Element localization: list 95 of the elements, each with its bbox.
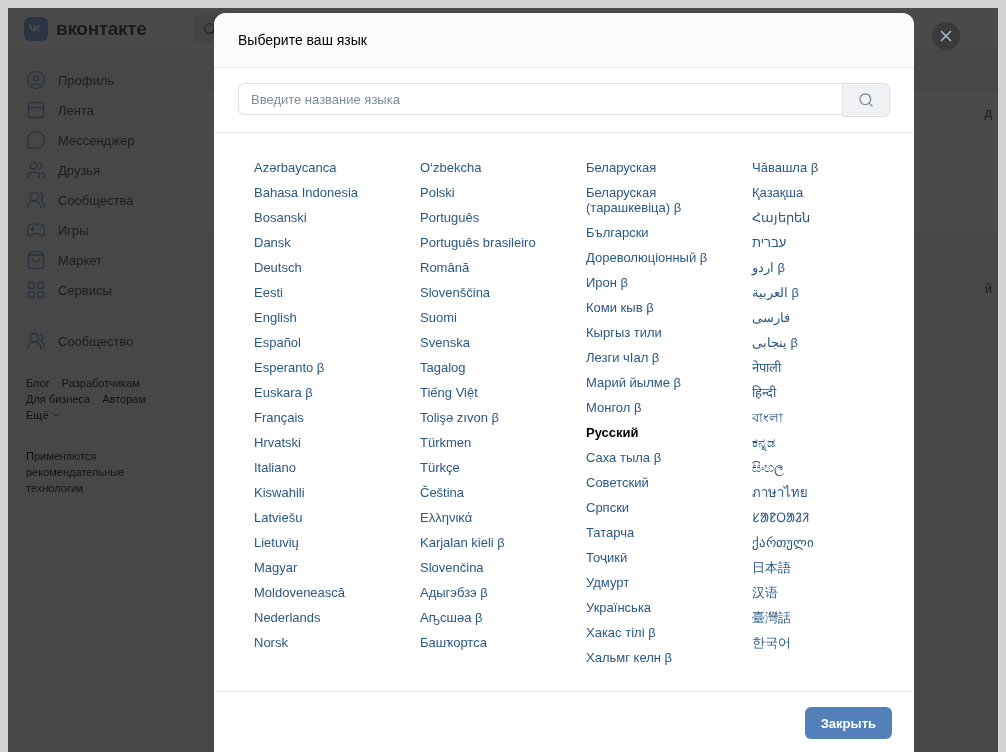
language-link[interactable]: Esperanto β (254, 355, 394, 380)
language-link[interactable]: Română (420, 255, 560, 280)
language-link[interactable]: Удмурт (586, 570, 726, 595)
search-icon (858, 92, 874, 108)
language-link[interactable]: Türkmen (420, 430, 560, 455)
language-link[interactable]: Lietuvių (254, 530, 394, 555)
language-link[interactable]: Чӑвашла β (752, 155, 892, 180)
language-link[interactable]: Tagalog (420, 355, 560, 380)
language-link[interactable]: Slovenčina (420, 555, 560, 580)
language-link[interactable]: Беларуская (586, 155, 726, 180)
language-link[interactable]: ქართული (752, 530, 892, 555)
language-link[interactable]: Slovenščina (420, 280, 560, 305)
language-link[interactable]: ᱥᱟᱱᱛᱟᱲᱤ (752, 505, 892, 530)
language-link[interactable]: Kiswahili (254, 480, 394, 505)
language-link[interactable]: Euskara β (254, 380, 394, 405)
language-link[interactable]: العربية β (752, 280, 892, 305)
language-link[interactable]: 日本語 (752, 555, 892, 580)
language-link[interactable]: Português (420, 205, 560, 230)
language-link[interactable]: Dansk (254, 230, 394, 255)
language-link[interactable]: اردو β (752, 255, 892, 280)
language-link[interactable]: Karjalan kieli β (420, 530, 560, 555)
language-link[interactable]: Azərbaycanca (254, 155, 394, 180)
language-link[interactable]: Тоҷикӣ (586, 545, 726, 570)
language-link[interactable]: සිංහල (752, 455, 892, 480)
logo-icon (24, 17, 48, 41)
language-search-field[interactable]: Введите название языка (238, 83, 842, 115)
language-link[interactable]: Български (586, 220, 726, 245)
language-link[interactable]: Moldovenească (254, 580, 394, 605)
language-link[interactable]: فارسی (752, 305, 892, 330)
language-link[interactable]: Татарча (586, 520, 726, 545)
language-link[interactable]: Polski (420, 180, 560, 205)
language-link[interactable]: Коми кыв β (586, 295, 726, 320)
language-link[interactable]: Беларуская (тарашкевіца) β (586, 180, 726, 220)
language-link[interactable]: Deutsch (254, 255, 394, 280)
language-link[interactable]: 한국어 (752, 630, 892, 655)
people-icon (26, 331, 46, 351)
language-link[interactable]: 汉语 (752, 580, 892, 605)
language-link[interactable]: Қазақша (752, 180, 892, 205)
chevron-down-icon (50, 410, 61, 420)
language-link[interactable]: Bosanski (254, 205, 394, 230)
language-link[interactable]: Suomi (420, 305, 560, 330)
close-dialog-button[interactable]: Закрыть (804, 707, 892, 739)
language-link[interactable]: Саха тыла β (586, 445, 726, 470)
language-link[interactable]: Norsk (254, 630, 394, 655)
language-link[interactable]: Tolişə zıvon β (420, 405, 560, 430)
language-link[interactable]: Français (254, 405, 394, 430)
language-link[interactable]: ภาษาไทย (752, 480, 892, 505)
language-link[interactable]: Українська (586, 595, 726, 620)
profile-icon (26, 70, 46, 90)
language-link[interactable]: Eesti (254, 280, 394, 305)
friends-icon (26, 160, 46, 180)
language-link[interactable]: ಕನ್ನಡ (752, 430, 892, 455)
language-link[interactable]: O‘zbekcha (420, 155, 560, 180)
language-link[interactable]: پنجابی β (752, 330, 892, 355)
language-link[interactable]: Русский (586, 420, 726, 445)
search-icon (202, 22, 217, 36)
language-link[interactable]: Latviešu (254, 505, 394, 530)
language-link[interactable]: Српски (586, 495, 726, 520)
language-link[interactable]: Svenska (420, 330, 560, 355)
language-link[interactable]: Español (254, 330, 394, 355)
language-link[interactable]: Tiếng Việt (420, 380, 560, 405)
language-link[interactable]: Ελληνικά (420, 505, 560, 530)
language-link[interactable]: Bahasa Indonesia (254, 180, 394, 205)
language-link[interactable]: Кыргыз тили (586, 320, 726, 345)
bag-icon (26, 250, 46, 270)
people-icon (26, 190, 46, 210)
language-link[interactable]: Türkçe (420, 455, 560, 480)
language-link[interactable]: Čeština (420, 480, 560, 505)
language-link[interactable]: Hrvatski (254, 430, 394, 455)
language-link[interactable]: English (254, 305, 394, 330)
language-link[interactable]: 臺灣話 (752, 605, 892, 630)
language-link[interactable]: עברית (752, 230, 892, 255)
dialog-title: Выберите ваш язык (214, 13, 914, 68)
language-link[interactable]: Аҧсшәа β (420, 605, 560, 630)
language-link[interactable]: Монгол β (586, 395, 726, 420)
grid-icon (26, 280, 46, 300)
language-link[interactable]: Советский (586, 470, 726, 495)
chat-bubble-icon (26, 130, 46, 150)
language-link[interactable]: Марий йылме β (586, 370, 726, 395)
language-link[interactable]: Ирон β (586, 270, 726, 295)
language-link[interactable]: नेपाली (752, 355, 892, 380)
language-link[interactable]: हिन्दी (752, 380, 892, 405)
feed-icon (26, 100, 46, 120)
language-link[interactable]: Português brasileiro (420, 230, 560, 255)
language-link[interactable]: Адыгэбзэ β (420, 580, 560, 605)
language-link[interactable]: Magyar (254, 555, 394, 580)
language-link[interactable]: Башҡортса (420, 630, 560, 655)
language-link[interactable]: Лезги чӀал β (586, 345, 726, 370)
language-link[interactable]: Хакас тілі β (586, 620, 726, 645)
language-link[interactable]: Nederlands (254, 605, 394, 630)
language-link[interactable]: Дореволюціонный β (586, 245, 726, 270)
language-link[interactable]: বাংলা (752, 405, 892, 430)
language-link[interactable]: Хальмг келн β (586, 645, 726, 670)
language-link[interactable]: Հայերեն (752, 205, 892, 230)
language-link[interactable]: Italiano (254, 455, 394, 480)
